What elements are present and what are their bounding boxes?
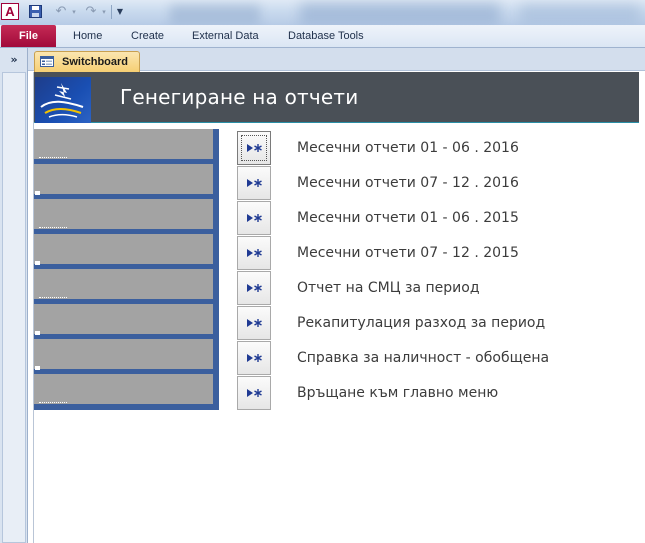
tab-switchboard-label: Switchboard <box>62 56 129 68</box>
run-item-icon <box>246 179 262 187</box>
tab-database-tools[interactable]: Database Tools <box>288 25 364 47</box>
switchboard-form: Генегиране на отчети Месечни отчети 01 -… <box>33 72 645 543</box>
dotted-line <box>39 297 67 298</box>
run-item-icon <box>246 389 262 397</box>
switchboard-item-button-2[interactable] <box>237 166 271 200</box>
switchboard-item-label-2[interactable]: Месечни отчети 07 - 12 . 2016 <box>297 175 519 195</box>
switchboard-item-label-8[interactable]: Връщане към главно меню <box>297 385 498 405</box>
page-title: Генегиране на отчети <box>120 85 359 109</box>
tab-switchboard[interactable]: Switchboard <box>34 51 140 72</box>
item-placeholder-bar <box>34 164 213 195</box>
undo-icon[interactable]: ↶ <box>52 3 70 20</box>
item-placeholder-bar <box>34 199 213 229</box>
form-icon <box>40 56 56 68</box>
item-placeholder-bar <box>34 234 213 265</box>
navigation-pane-bar[interactable] <box>2 72 26 543</box>
marker <box>35 261 40 265</box>
logo <box>35 77 91 123</box>
navigation-pane: » <box>0 48 28 543</box>
switchboard-item-label-5[interactable]: Отчет на СМЦ за период <box>297 280 480 300</box>
title-bar-blur <box>300 2 500 24</box>
form-header: Генегиране на отчети <box>34 72 639 123</box>
item-placeholder-bar <box>34 374 213 404</box>
run-item-icon <box>246 249 262 257</box>
save-icon[interactable] <box>28 3 42 20</box>
switchboard-item-label-3[interactable]: Месечни отчети 01 - 06 . 2015 <box>297 210 519 230</box>
customize-toolbar-icon[interactable]: ▼ <box>114 3 126 20</box>
title-bar: A ↶ ▾ ↷ ▾ ▼ <box>0 0 645 25</box>
dotted-line <box>39 227 67 228</box>
ribbon-tab-bar: File Home Create External Data Database … <box>0 25 645 48</box>
tab-home[interactable]: Home <box>73 25 102 47</box>
run-item-icon <box>246 144 262 152</box>
redo-icon[interactable]: ↷ <box>82 3 100 20</box>
switchboard-item-button-6[interactable] <box>237 306 271 340</box>
switchboard-item-button-8[interactable] <box>237 376 271 410</box>
title-bar-blur <box>520 3 640 23</box>
item-placeholder-bar <box>34 339 213 370</box>
file-tab[interactable]: File <box>1 25 56 47</box>
switchboard-item-button-1[interactable] <box>237 131 271 165</box>
title-bar-blur <box>170 4 260 24</box>
document-tab-strip: Switchboard <box>28 48 645 72</box>
switchboard-item-button-7[interactable] <box>237 341 271 375</box>
item-placeholder-bar <box>34 304 213 335</box>
switchboard-item-label-1[interactable]: Месечни отчети 01 - 06 . 2016 <box>297 140 519 160</box>
switchboard-item-button-4[interactable] <box>237 236 271 270</box>
switchboard-item-label-7[interactable]: Справка за наличност - обобщена <box>297 350 549 370</box>
redo-dropdown-icon[interactable]: ▾ <box>100 3 108 20</box>
run-item-icon <box>246 354 262 362</box>
marker <box>35 191 40 195</box>
run-item-icon <box>246 319 262 327</box>
tab-external-data[interactable]: External Data <box>192 25 259 47</box>
run-item-icon <box>246 284 262 292</box>
left-panel <box>34 129 219 410</box>
access-app-icon[interactable]: A <box>1 3 19 20</box>
marker <box>35 331 40 335</box>
run-item-icon <box>246 214 262 222</box>
item-placeholder-bar <box>34 129 213 159</box>
toolbar-separator <box>111 5 112 19</box>
switchboard-item-button-3[interactable] <box>237 201 271 235</box>
item-placeholder-bar <box>34 269 213 299</box>
dotted-line <box>39 157 67 158</box>
switchboard-item-label-6[interactable]: Рекапитулация разход за период <box>297 315 545 335</box>
switchboard-item-button-5[interactable] <box>237 271 271 305</box>
tab-create[interactable]: Create <box>131 25 164 47</box>
marker <box>35 366 40 370</box>
dotted-line <box>39 402 67 403</box>
undo-dropdown-icon[interactable]: ▾ <box>70 3 78 20</box>
switchboard-item-label-4[interactable]: Месечни отчети 07 - 12 . 2015 <box>297 245 519 265</box>
expand-navigation-pane-icon[interactable]: » <box>0 51 28 67</box>
